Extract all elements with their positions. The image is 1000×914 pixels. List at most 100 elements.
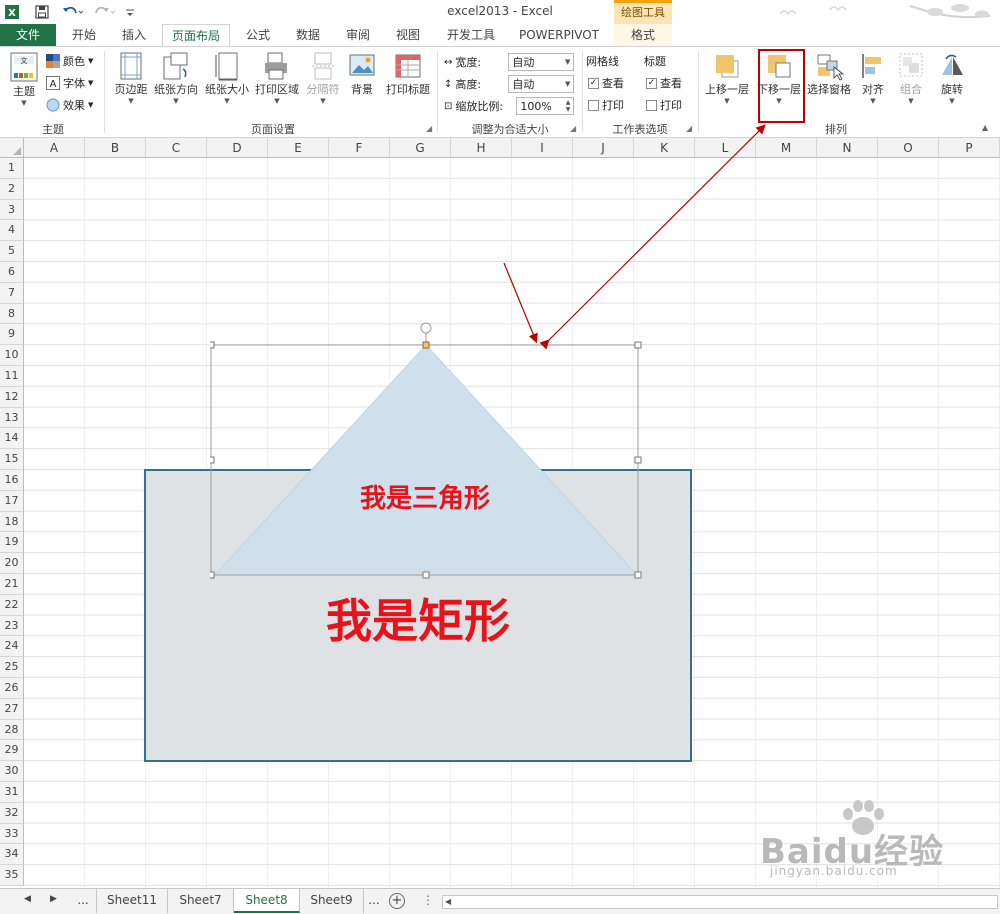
row-header[interactable]: 31 [0, 781, 24, 803]
adjust-handle[interactable] [422, 341, 430, 349]
row-header[interactable]: 32 [0, 802, 24, 824]
row-header[interactable]: 16 [0, 469, 24, 491]
column-header[interactable]: N [817, 138, 878, 158]
sheet-tab[interactable]: Sheet11 [96, 889, 168, 913]
row-header[interactable]: 24 [0, 636, 24, 658]
row-header[interactable]: 21 [0, 573, 24, 595]
row-header[interactable]: 13 [0, 407, 24, 429]
column-header[interactable]: C [146, 138, 207, 158]
row-header[interactable]: 4 [0, 220, 24, 242]
column-header[interactable]: F [329, 138, 390, 158]
row-header[interactable]: 25 [0, 657, 24, 678]
row-header[interactable]: 11 [0, 365, 24, 387]
margins-button[interactable]: 页边距 ▼ [110, 51, 152, 105]
column-header[interactable]: B [85, 138, 146, 158]
row-header[interactable]: 5 [0, 241, 24, 262]
column-header[interactable]: E [268, 138, 329, 158]
row-header[interactable]: 18 [0, 511, 24, 533]
ribbon-collapse-icon[interactable]: ▲ [982, 123, 988, 132]
tab-file[interactable]: 文件 [0, 24, 56, 46]
row-header[interactable]: 28 [0, 719, 24, 741]
width-select[interactable]: 自动 ▼ [508, 53, 575, 71]
row-header[interactable]: 12 [0, 386, 24, 408]
colors-button[interactable]: 颜色 ▼ [46, 53, 93, 69]
row-header[interactable]: 30 [0, 761, 24, 782]
row-header[interactable]: 20 [0, 553, 24, 574]
more-sheets-left[interactable]: ... [70, 889, 96, 913]
column-header[interactable]: O [878, 138, 939, 158]
column-header[interactable]: J [573, 138, 634, 158]
row-header[interactable]: 34 [0, 844, 24, 866]
column-header[interactable]: I [512, 138, 573, 158]
gridlines-view-checkbox[interactable]: ✓ 查看 [588, 75, 624, 91]
row-header[interactable]: 14 [0, 428, 24, 450]
align-button[interactable]: 对齐 ▼ [856, 51, 890, 105]
triangle-shape-selection[interactable] [210, 320, 650, 582]
effects-button[interactable]: 效果 ▼ [46, 97, 93, 113]
resize-handle-se[interactable] [634, 571, 642, 579]
row-header[interactable]: 22 [0, 594, 24, 616]
row-header[interactable]: 1 [0, 158, 24, 179]
resize-handle-s[interactable] [422, 571, 430, 579]
bring-forward-button[interactable]: 上移一层 ▼ [702, 51, 752, 105]
scale-spinner[interactable]: 100% ▲ ▼ [516, 97, 575, 115]
tab-home[interactable]: 开始 [60, 24, 108, 46]
row-header[interactable]: 15 [0, 449, 24, 470]
resize-handle-ne[interactable] [634, 341, 642, 349]
tab-split-icon[interactable]: ⋮ [422, 893, 434, 907]
sheet-options-launcher-icon[interactable]: ◢ [686, 124, 692, 133]
tab-powerpivot[interactable]: POWERPIVOT [510, 24, 608, 46]
row-header[interactable]: 33 [0, 823, 24, 845]
column-header[interactable]: G [390, 138, 451, 158]
tab-developer[interactable]: 开发工具 [436, 24, 506, 46]
page-setup-launcher-icon[interactable]: ◢ [426, 124, 432, 133]
tab-insert[interactable]: 插入 [110, 24, 158, 46]
resize-handle-sw[interactable] [210, 571, 215, 579]
tab-data[interactable]: 数据 [284, 24, 332, 46]
row-header[interactable]: 2 [0, 178, 24, 200]
resize-handle-e[interactable] [634, 456, 642, 464]
row-header[interactable]: 10 [0, 345, 24, 366]
tab-view[interactable]: 视图 [384, 24, 432, 46]
row-header[interactable]: 29 [0, 740, 24, 762]
tab-formulas[interactable]: 公式 [234, 24, 282, 46]
tab-page-layout[interactable]: 页面布局 [162, 24, 230, 47]
column-header[interactable]: A [24, 138, 85, 158]
row-header[interactable]: 3 [0, 199, 24, 221]
background-button[interactable]: 背景 [344, 51, 380, 97]
column-header[interactable]: K [634, 138, 695, 158]
row-header[interactable]: 7 [0, 282, 24, 304]
headings-view-checkbox[interactable]: ✓ 查看 [646, 75, 682, 91]
print-titles-button[interactable]: 打印标题 [382, 51, 434, 97]
row-header[interactable]: 6 [0, 261, 24, 283]
height-select[interactable]: 自动 ▼ [508, 75, 575, 93]
resize-handle-w[interactable] [210, 456, 215, 464]
row-header[interactable]: 27 [0, 698, 24, 720]
group-button[interactable]: 组合 ▼ [894, 51, 928, 105]
sheet-tab[interactable]: Sheet9 [300, 889, 364, 913]
triangle-shape[interactable] [213, 344, 639, 576]
scroll-left-icon[interactable]: ◀ [445, 897, 451, 906]
gridlines-print-checkbox[interactable]: 打印 [588, 97, 624, 113]
row-header[interactable]: 8 [0, 303, 24, 325]
selection-pane-button[interactable]: 选择窗格 [804, 51, 854, 97]
orientation-button[interactable]: 纸张方向 ▼ [152, 51, 200, 105]
rotation-handle-icon[interactable] [420, 322, 432, 334]
sheet-tab-active[interactable]: Sheet8 [234, 889, 300, 913]
tab-format[interactable]: 格式 [614, 24, 672, 46]
breaks-button[interactable]: 分隔符 ▼ [302, 51, 344, 105]
row-header[interactable]: 35 [0, 865, 24, 886]
select-all-corner[interactable] [0, 138, 24, 158]
resize-handle-nw[interactable] [210, 341, 215, 349]
next-sheet-icon[interactable]: ▶ [50, 894, 57, 904]
scale-to-fit-launcher-icon[interactable]: ◢ [570, 124, 576, 133]
print-area-button[interactable]: 打印区域 ▼ [252, 51, 302, 105]
row-header[interactable]: 17 [0, 490, 24, 512]
sheet-tab[interactable]: Sheet7 [168, 889, 234, 913]
more-sheets-right[interactable]: ... [364, 889, 384, 913]
add-sheet-icon[interactable]: + [389, 893, 405, 909]
horizontal-scrollbar[interactable]: ◀ [442, 895, 998, 909]
fonts-button[interactable]: A 字体 ▼ [46, 75, 93, 91]
row-header[interactable]: 26 [0, 677, 24, 699]
row-header[interactable]: 23 [0, 615, 24, 637]
